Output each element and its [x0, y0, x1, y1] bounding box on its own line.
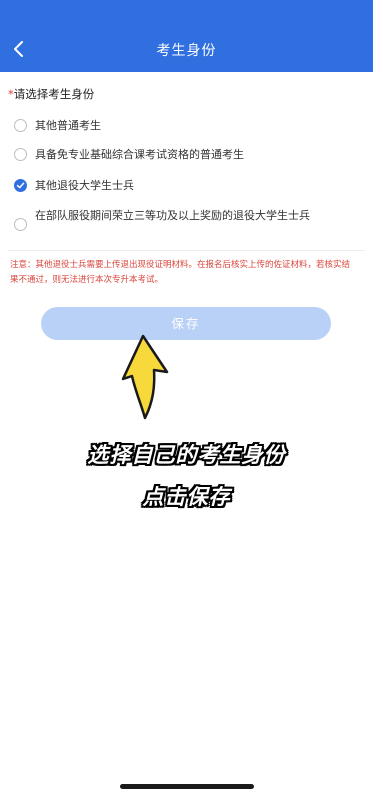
- caption-line-1: 选择自己的考生身份: [87, 443, 286, 467]
- option-label: 其他退役大学生士兵: [35, 179, 134, 192]
- save-button[interactable]: 保存: [41, 307, 331, 340]
- checkmark-icon: [16, 182, 25, 189]
- notice-text: 注意：其他退役士兵需要上传退出现役证明材料。在报名后核实上传的佐证材料，若核实结…: [10, 260, 351, 285]
- identity-option-exempt[interactable]: 具备免专业基础综合课考试资格的普通考生: [14, 146, 244, 164]
- caption-line-2: 点击保存: [142, 485, 231, 509]
- radio-unchecked-icon[interactable]: [14, 148, 27, 161]
- radio-unchecked-icon[interactable]: [14, 218, 27, 231]
- identity-option-ordinary[interactable]: 其他普通考生: [14, 117, 101, 135]
- arrow-up-icon: [121, 334, 169, 420]
- identity-label-text: 请选择考生身份: [13, 87, 95, 101]
- identity-option-veteran[interactable]: 其他退役大学生士兵: [14, 177, 134, 195]
- page-title: 考生身份: [156, 43, 217, 59]
- identity-field-label: *请选择考生身份: [8, 86, 94, 102]
- divider: [8, 250, 365, 251]
- option-label: 其他普通考生: [35, 119, 101, 132]
- option-label: 在部队服役期间荣立三等功及以上奖励的退役大学生士兵: [35, 209, 310, 222]
- screen: 考生身份 *请选择考生身份 其他普通考生 具备免专业基础综合课考试资格的普通考生…: [0, 0, 373, 800]
- option-label: 具备免专业基础综合课考试资格的普通考生: [35, 148, 244, 161]
- radio-unchecked-icon[interactable]: [14, 119, 27, 132]
- radio-checked-icon[interactable]: [14, 179, 27, 192]
- header-bar: 考生身份: [0, 0, 373, 72]
- home-indicator: [120, 784, 254, 789]
- identity-option-veteran-merit[interactable]: 在部队服役期间荣立三等功及以上奖励的退役大学生士兵: [14, 207, 344, 231]
